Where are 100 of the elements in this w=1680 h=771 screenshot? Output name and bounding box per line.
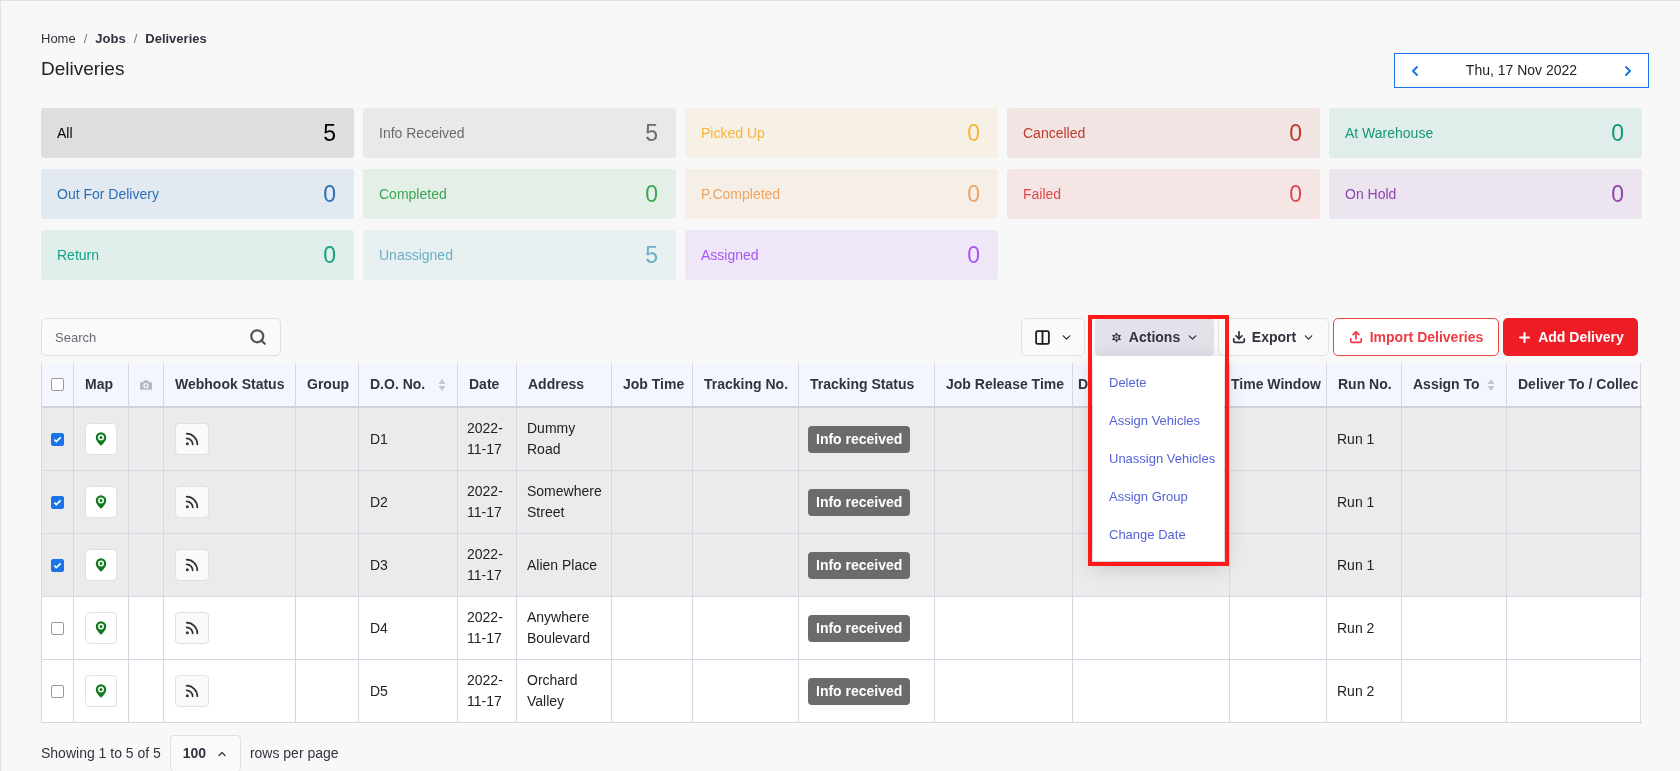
map-pin-icon — [92, 682, 110, 700]
column-header[interactable]: Tracking Status — [810, 374, 915, 395]
table-cell-text: Run 2 — [1337, 681, 1375, 701]
table-cell-text: 2022-11-17 — [467, 608, 504, 648]
column-header[interactable]: D — [1078, 374, 1089, 395]
menu-item[interactable]: Assign Vehicles — [1109, 409, 1224, 432]
status-count: 0 — [1611, 118, 1624, 148]
table-cell-text: Run 1 — [1337, 555, 1375, 575]
add-button[interactable]: Add Delivery — [1503, 318, 1638, 356]
search-field[interactable]: Search — [41, 318, 281, 356]
column-header[interactable]: Run No. — [1338, 374, 1392, 395]
status-count: 5 — [323, 118, 336, 148]
table-row[interactable]: D4 2022-11-17 Anywhere Boulevard Info received Run 2 — [42, 597, 1642, 660]
table-cell-text: Somewhere Street — [527, 482, 602, 522]
rss-icon — [184, 683, 200, 699]
table-cell-text: Run 1 — [1337, 429, 1375, 449]
status-count: 0 — [1289, 179, 1302, 209]
column-header[interactable]: Webhook Status — [175, 374, 285, 395]
page-title: Deliveries — [41, 56, 126, 81]
menu-item[interactable]: Unassign Vehicles — [1109, 447, 1224, 470]
webhook-button[interactable] — [175, 486, 209, 518]
gear-icon — [1109, 330, 1123, 344]
checkbox[interactable] — [51, 378, 64, 391]
map-button[interactable] — [85, 612, 117, 644]
table-cell-text: Anywhere Boulevard — [527, 608, 592, 648]
status-card[interactable]: On Hold 0 — [1329, 169, 1642, 219]
map-pin-icon — [92, 556, 110, 574]
map-button[interactable] — [85, 549, 117, 581]
column-header[interactable]: Date — [469, 374, 500, 395]
table-cell-text: D2 — [370, 492, 388, 512]
status-count: 0 — [323, 179, 336, 209]
rss-icon — [184, 494, 200, 510]
map-button[interactable] — [85, 486, 117, 518]
map-button[interactable] — [85, 675, 117, 707]
rss-icon — [184, 431, 200, 447]
status-count: 0 — [967, 179, 980, 209]
map-pin-icon — [92, 619, 110, 637]
page-size-select[interactable]: 100 — [169, 735, 241, 771]
rows-per-page-label: rows per page — [249, 744, 339, 763]
column-header[interactable]: Assign To — [1413, 374, 1480, 395]
columns-icon — [1033, 328, 1051, 346]
status-card[interactable]: Out For Delivery 0 — [41, 169, 354, 219]
status-badge: Info received — [808, 677, 911, 705]
table-row[interactable]: D5 2022-11-17 Orchard Valley Info received Run 2 — [42, 660, 1642, 723]
map-pin-icon — [92, 493, 110, 511]
checkbox[interactable] — [51, 621, 64, 635]
table-cell-text: D1 — [370, 429, 388, 449]
upload-icon — [1348, 330, 1363, 344]
status-card[interactable]: All 5 — [41, 108, 354, 158]
breadcrumb-link[interactable]: Deliveries — [145, 29, 207, 49]
map-pin-icon — [92, 430, 110, 448]
download-icon — [1231, 330, 1246, 344]
columns-button[interactable] — [1021, 318, 1085, 356]
webhook-button[interactable] — [175, 549, 209, 581]
column-header[interactable]: Time Window — [1231, 374, 1321, 395]
column-header[interactable]: Address — [528, 374, 585, 395]
status-label: Return — [57, 245, 100, 265]
column-header[interactable]: Job Time — [623, 374, 685, 395]
table-cell-text: Dummy Road — [527, 419, 577, 459]
status-count: 0 — [967, 118, 980, 148]
breadcrumb-separator: / — [133, 30, 138, 48]
column-header[interactable]: Map — [85, 374, 113, 395]
status-badge: Info received — [808, 425, 911, 453]
plus-icon — [1517, 329, 1533, 345]
status-badge: Info received — [808, 614, 911, 642]
menu-item[interactable]: Assign Group — [1109, 485, 1224, 508]
checkbox[interactable] — [51, 558, 64, 572]
status-label: Picked Up — [701, 123, 765, 143]
column-header[interactable]: Group — [307, 374, 349, 395]
export-button[interactable]: Export — [1218, 318, 1329, 356]
status-label: Completed — [379, 184, 447, 204]
column-header[interactable]: Tracking No. — [704, 374, 789, 395]
status-label: At Warehouse — [1345, 123, 1434, 143]
status-label: Assigned — [701, 245, 759, 265]
date-picker[interactable]: Thu, 17 Nov 2022 — [1394, 53, 1649, 88]
rss-icon — [184, 557, 200, 573]
webhook-button[interactable] — [175, 675, 209, 707]
breadcrumb-link[interactable]: Jobs — [95, 29, 126, 49]
breadcrumb-link[interactable]: Home — [41, 29, 76, 49]
search-icon[interactable] — [249, 328, 267, 346]
date-value: Thu, 17 Nov 2022 — [1465, 61, 1578, 80]
status-card[interactable]: Info Received 5 — [363, 108, 676, 158]
import-button[interactable]: Import Deliveries — [1333, 318, 1499, 356]
status-card[interactable]: Cancelled 0 — [1007, 108, 1320, 158]
table-cell-text: Alien Place — [527, 555, 598, 575]
map-button[interactable] — [85, 423, 117, 455]
checkbox[interactable] — [51, 684, 64, 698]
webhook-button[interactable] — [175, 423, 209, 455]
status-badge: Info received — [808, 551, 911, 579]
menu-item[interactable]: Delete — [1109, 371, 1224, 394]
status-label: All — [57, 123, 73, 143]
status-label: Info Received — [379, 123, 465, 143]
status-label: Failed — [1023, 184, 1062, 204]
column-header[interactable]: D.O. No. — [370, 374, 426, 395]
actions-button[interactable]: Actions — [1095, 318, 1214, 356]
webhook-button[interactable] — [175, 612, 209, 644]
checkbox[interactable] — [51, 495, 64, 509]
checkbox[interactable] — [51, 432, 64, 446]
column-header[interactable]: Job Release Time — [946, 374, 1065, 395]
column-header[interactable]: Deliver To / Collec — [1518, 374, 1639, 395]
